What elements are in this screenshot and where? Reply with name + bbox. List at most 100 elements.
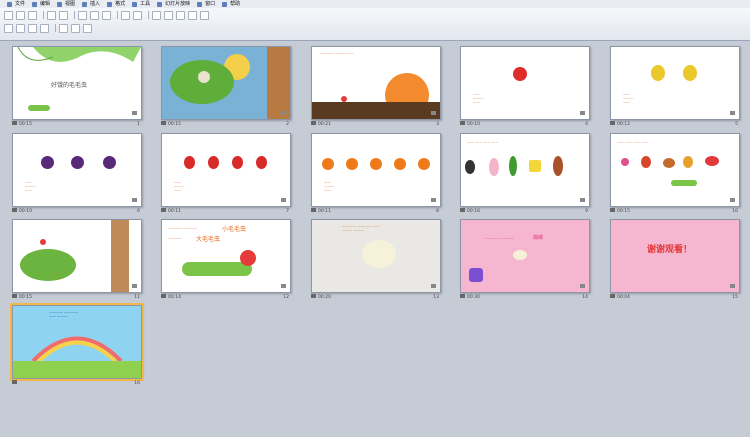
rehearse-icon[interactable] bbox=[83, 23, 92, 33]
slide-thumbnail[interactable]: —— ——— —— bbox=[12, 133, 142, 207]
menu-file[interactable]: 文件 bbox=[7, 0, 25, 8]
slide-number: 1 bbox=[137, 121, 140, 127]
table-icon[interactable] bbox=[164, 10, 173, 20]
slide-number: 7 bbox=[286, 208, 289, 214]
slide-footer: 00:15 1 bbox=[12, 120, 140, 128]
menu-insert[interactable]: 插入 bbox=[82, 0, 100, 8]
slide-sorter-pane: 好饿的毛毛虫 00:15 1 00:15 2 ———— ——— —— 00:21 3 … bbox=[0, 41, 750, 437]
slide-number: 9 bbox=[585, 208, 588, 214]
menu-slideshow[interactable]: 幻灯片放映 bbox=[157, 0, 190, 8]
slide-sorter-icon[interactable] bbox=[4, 23, 13, 33]
slide-number: 16 bbox=[134, 380, 140, 386]
sound-icon bbox=[281, 284, 286, 288]
slide-text: —— ——— —— bbox=[473, 92, 484, 104]
redo-icon[interactable] bbox=[133, 10, 142, 20]
slide-footer: 00:10 4 bbox=[460, 120, 588, 128]
slide-thumbnail[interactable]: —— ——— bbox=[12, 219, 142, 293]
strawberry-image bbox=[232, 156, 243, 169]
cut-icon[interactable] bbox=[78, 10, 87, 20]
sound-icon bbox=[730, 111, 735, 115]
cheese-image bbox=[529, 160, 541, 172]
slide-text: ———— ———— —— ——— ——— bbox=[342, 224, 380, 232]
slide-thumbnail[interactable]: 谢谢观看！ bbox=[610, 219, 740, 293]
toolbar-divider bbox=[117, 11, 118, 19]
cocoon-image bbox=[362, 240, 396, 268]
slide-text: —— —— —— —— bbox=[467, 140, 499, 144]
toolbar-row-2 bbox=[4, 23, 95, 33]
slide-thumbnail[interactable]: ———— ———— 蝴蝶 bbox=[460, 219, 590, 293]
zoom-icon[interactable] bbox=[188, 10, 197, 20]
cupcake-image bbox=[683, 156, 693, 168]
paste-icon[interactable] bbox=[102, 10, 111, 20]
slide-footer: 00:15 2 bbox=[161, 120, 289, 128]
print-icon[interactable] bbox=[47, 10, 56, 20]
slide-thumbnail[interactable]: ———— ———— 小毛毛虫 ———— 大毛毛虫 bbox=[161, 219, 291, 293]
undo-icon[interactable] bbox=[121, 10, 130, 20]
toolbar bbox=[0, 8, 750, 41]
lollipop-image bbox=[621, 158, 629, 166]
slide-time: 00:15 bbox=[12, 294, 32, 300]
slide-footer: 00:30 14 bbox=[460, 293, 588, 301]
strawberry-image bbox=[256, 156, 267, 169]
sound-icon bbox=[132, 111, 137, 115]
slide-thumbnail[interactable]: ———— ———— —— ——— ——— bbox=[311, 219, 441, 293]
slide-text: ———— bbox=[168, 236, 182, 240]
menu-tools[interactable]: 工具 bbox=[132, 0, 150, 8]
sound-icon bbox=[580, 284, 585, 288]
slide-thumbnail[interactable]: —— ——— —— bbox=[610, 46, 740, 120]
sound-icon bbox=[431, 111, 436, 115]
open-icon[interactable] bbox=[16, 10, 25, 20]
slide-thumbnail[interactable]: —— —— —— —— bbox=[610, 133, 740, 207]
new-slide-icon[interactable] bbox=[59, 23, 68, 33]
icecream-image bbox=[489, 158, 499, 176]
sound-icon bbox=[431, 198, 436, 202]
slide-thumbnail[interactable]: —— ——— —— bbox=[460, 46, 590, 120]
tools-menu-icon bbox=[132, 1, 138, 7]
slide-footer: 00:11 8 bbox=[311, 207, 439, 215]
picture-icon[interactable] bbox=[176, 10, 185, 20]
transition-icon bbox=[460, 208, 465, 212]
slide-thumbnail[interactable]: ———— ——— —— bbox=[311, 46, 441, 120]
hide-slide-icon[interactable] bbox=[71, 23, 80, 33]
caterpillar-head-image bbox=[240, 250, 256, 266]
menu-view[interactable]: 视图 bbox=[57, 0, 75, 8]
slide-thumbnail-selected[interactable]: ———— ———— —— ——— bbox=[10, 303, 144, 381]
cake-image bbox=[465, 160, 475, 174]
menu-window[interactable]: 窗口 bbox=[197, 0, 215, 8]
pear-image bbox=[651, 65, 665, 81]
save-icon[interactable] bbox=[28, 10, 37, 20]
slide-thumbnail[interactable]: —— ——— —— bbox=[311, 133, 441, 207]
chart-icon[interactable] bbox=[152, 10, 161, 20]
menu-help[interactable]: 帮助 bbox=[222, 0, 240, 8]
pickle-image bbox=[509, 156, 517, 176]
slide-thumbnail[interactable]: —— ——— —— bbox=[161, 133, 291, 207]
new-icon[interactable] bbox=[4, 10, 13, 20]
slide-thumbnail[interactable] bbox=[161, 46, 291, 120]
copy-icon[interactable] bbox=[90, 10, 99, 20]
transition-icon bbox=[12, 294, 17, 298]
slide-thumbnail[interactable]: —— —— —— —— bbox=[460, 133, 590, 207]
slide-time: 00:11 bbox=[311, 208, 331, 214]
sound-icon bbox=[730, 198, 735, 202]
toolbar-row-1 bbox=[4, 10, 212, 20]
transition-icon bbox=[12, 380, 17, 384]
preview-icon[interactable] bbox=[59, 10, 68, 20]
transition-icon bbox=[610, 294, 615, 298]
transition-icon bbox=[311, 121, 316, 125]
format-menu-icon bbox=[107, 1, 113, 7]
slide-number: 2 bbox=[286, 121, 289, 127]
design-icon[interactable] bbox=[40, 23, 49, 33]
slide-number: 3 bbox=[436, 121, 439, 127]
slide-footer: 00:15 10 bbox=[610, 207, 738, 215]
help-icon[interactable] bbox=[200, 10, 209, 20]
menu-format[interactable]: 格式 bbox=[107, 0, 125, 8]
normal-view-icon[interactable] bbox=[16, 23, 25, 33]
orange-image bbox=[346, 158, 358, 170]
slide-text: —— ——— —— bbox=[174, 180, 185, 192]
transition-icon[interactable] bbox=[28, 23, 37, 33]
sound-icon bbox=[580, 111, 585, 115]
sound-icon bbox=[580, 198, 585, 202]
slide-footer: 00:14 12 bbox=[161, 293, 289, 301]
slide-thumbnail[interactable]: 好饿的毛毛虫 bbox=[12, 46, 142, 120]
menu-edit[interactable]: 编辑 bbox=[32, 0, 50, 8]
